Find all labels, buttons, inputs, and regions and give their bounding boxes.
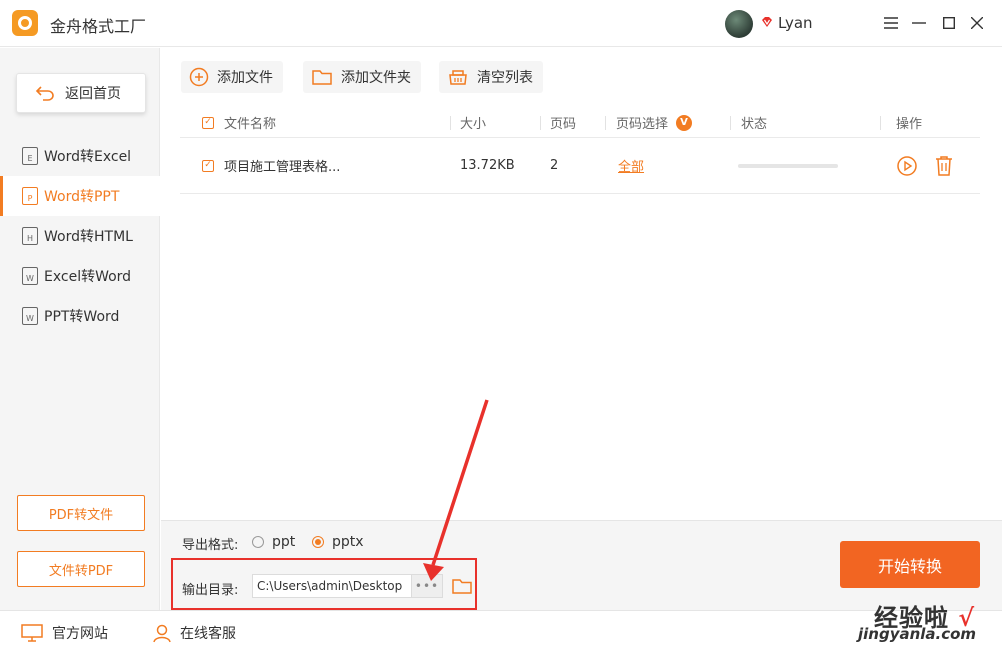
file-table-header: ✓ 文件名称 大小 页码 页码选择 V 状态 操作 bbox=[180, 108, 980, 138]
official-website-label: 官方网站 bbox=[52, 626, 108, 642]
broom-basket-icon bbox=[449, 70, 467, 85]
column-divider bbox=[730, 116, 731, 130]
file-size-cell: 13.72KB bbox=[460, 158, 515, 173]
maximize-icon[interactable] bbox=[938, 12, 960, 34]
sidebar-item-word-to-excel[interactable]: E Word转Excel bbox=[0, 136, 160, 176]
column-header-page-select-label: 页码选择 bbox=[616, 117, 669, 132]
back-home-button[interactable]: 返回首页 bbox=[16, 73, 146, 113]
start-convert-button[interactable]: 开始转换 bbox=[840, 541, 980, 588]
column-divider bbox=[450, 116, 451, 130]
user-avatar[interactable] bbox=[725, 10, 753, 38]
status-bar: 官方网站 在线客服 bbox=[0, 610, 1002, 652]
delete-button[interactable] bbox=[934, 138, 954, 193]
add-folder-label: 添加文件夹 bbox=[341, 70, 411, 86]
back-home-label: 返回首页 bbox=[65, 86, 121, 102]
column-header-size: 大小 bbox=[460, 117, 487, 132]
status-progress-bar bbox=[738, 138, 838, 193]
add-folder-button[interactable]: 添加文件夹 bbox=[303, 61, 421, 93]
table-row: ✓ 项目施工管理表格... 13.72KB 2 全部 bbox=[180, 138, 980, 194]
word-doc-icon: W bbox=[22, 267, 38, 285]
radio-icon bbox=[252, 536, 264, 548]
folder-icon bbox=[312, 70, 332, 85]
format-option-ppt[interactable]: ppt bbox=[252, 534, 295, 550]
radio-selected-icon bbox=[312, 536, 324, 548]
return-arrow-icon bbox=[35, 86, 54, 101]
online-support-label: 在线客服 bbox=[180, 626, 236, 642]
annotation-arrow-icon bbox=[423, 399, 489, 581]
sidebar-item-label: Word转HTML bbox=[44, 229, 133, 245]
export-format-label: 导出格式: bbox=[182, 538, 239, 553]
hamburger-icon[interactable] bbox=[880, 12, 902, 34]
file-to-pdf-button[interactable]: 文件转PDF bbox=[17, 551, 145, 587]
user-name[interactable]: Lyan bbox=[778, 14, 813, 32]
sidebar-item-label: Word转PPT bbox=[44, 189, 120, 205]
play-button[interactable] bbox=[896, 138, 918, 193]
select-all-checkbox[interactable]: ✓ bbox=[202, 108, 214, 137]
column-header-pages: 页码 bbox=[550, 117, 577, 132]
page-count-cell: 2 bbox=[550, 158, 559, 173]
progress-track bbox=[738, 163, 838, 168]
row-checkbox[interactable]: ✓ bbox=[202, 138, 214, 193]
page-select-link[interactable]: 全部 bbox=[618, 138, 644, 193]
online-support-link[interactable]: 在线客服 bbox=[152, 623, 236, 643]
vip-badge-icon: V bbox=[676, 114, 693, 131]
close-icon[interactable] bbox=[966, 12, 988, 34]
plus-circle-icon bbox=[189, 67, 209, 87]
add-file-button[interactable]: 添加文件 bbox=[181, 61, 283, 93]
column-divider bbox=[605, 116, 606, 130]
excel-doc-icon: E bbox=[22, 147, 38, 165]
clear-list-button[interactable]: 清空列表 bbox=[439, 61, 543, 93]
clear-list-label: 清空列表 bbox=[477, 70, 533, 86]
sidebar-item-label: Word转Excel bbox=[44, 149, 132, 165]
sidebar: 返回首页 E Word转Excel P Word转PPT H Word转HTML… bbox=[0, 48, 160, 610]
user-support-icon bbox=[153, 624, 171, 643]
html-doc-icon: H bbox=[22, 227, 38, 245]
column-divider bbox=[540, 116, 541, 130]
check-icon: ✓ bbox=[202, 116, 214, 129]
app-title: 金舟格式工厂 bbox=[50, 17, 147, 36]
column-header-name: 文件名称 bbox=[224, 117, 277, 132]
minimize-icon[interactable] bbox=[908, 12, 930, 34]
app-logo-icon bbox=[12, 10, 38, 36]
format-option-label: pptx bbox=[332, 534, 364, 550]
trash-icon bbox=[936, 155, 952, 176]
column-header-actions: 操作 bbox=[896, 117, 923, 132]
vip-diamond-icon bbox=[762, 17, 772, 27]
monitor-icon bbox=[21, 624, 43, 642]
column-divider bbox=[880, 116, 881, 130]
sidebar-item-label: Excel转Word bbox=[44, 269, 132, 285]
check-icon: ✓ bbox=[202, 159, 214, 172]
official-website-link[interactable]: 官方网站 bbox=[20, 623, 108, 643]
add-file-label: 添加文件 bbox=[217, 70, 273, 86]
sidebar-item-ppt-to-word[interactable]: W PPT转Word bbox=[0, 296, 160, 336]
sidebar-item-label: PPT转Word bbox=[44, 309, 120, 325]
sidebar-item-word-to-html[interactable]: H Word转HTML bbox=[0, 216, 160, 256]
file-name-cell: 项目施工管理表格... bbox=[224, 160, 341, 175]
title-bar: 金舟格式工厂 Lyan bbox=[0, 0, 1002, 47]
page-select-value: 全部 bbox=[618, 160, 645, 175]
word-doc-icon: W bbox=[22, 307, 38, 325]
play-circle-icon bbox=[897, 155, 917, 176]
format-option-pptx[interactable]: pptx bbox=[312, 534, 364, 550]
column-header-page-select: 页码选择 V bbox=[616, 108, 693, 137]
format-option-label: ppt bbox=[272, 534, 296, 550]
sidebar-item-word-to-ppt[interactable]: P Word转PPT bbox=[0, 176, 160, 216]
watermark-url: jingyanla.com bbox=[858, 625, 977, 643]
pdf-to-file-button[interactable]: PDF转文件 bbox=[17, 495, 145, 531]
sidebar-item-excel-to-word[interactable]: W Excel转Word bbox=[0, 256, 160, 296]
ppt-doc-icon: P bbox=[22, 187, 38, 205]
column-header-status: 状态 bbox=[741, 117, 768, 132]
